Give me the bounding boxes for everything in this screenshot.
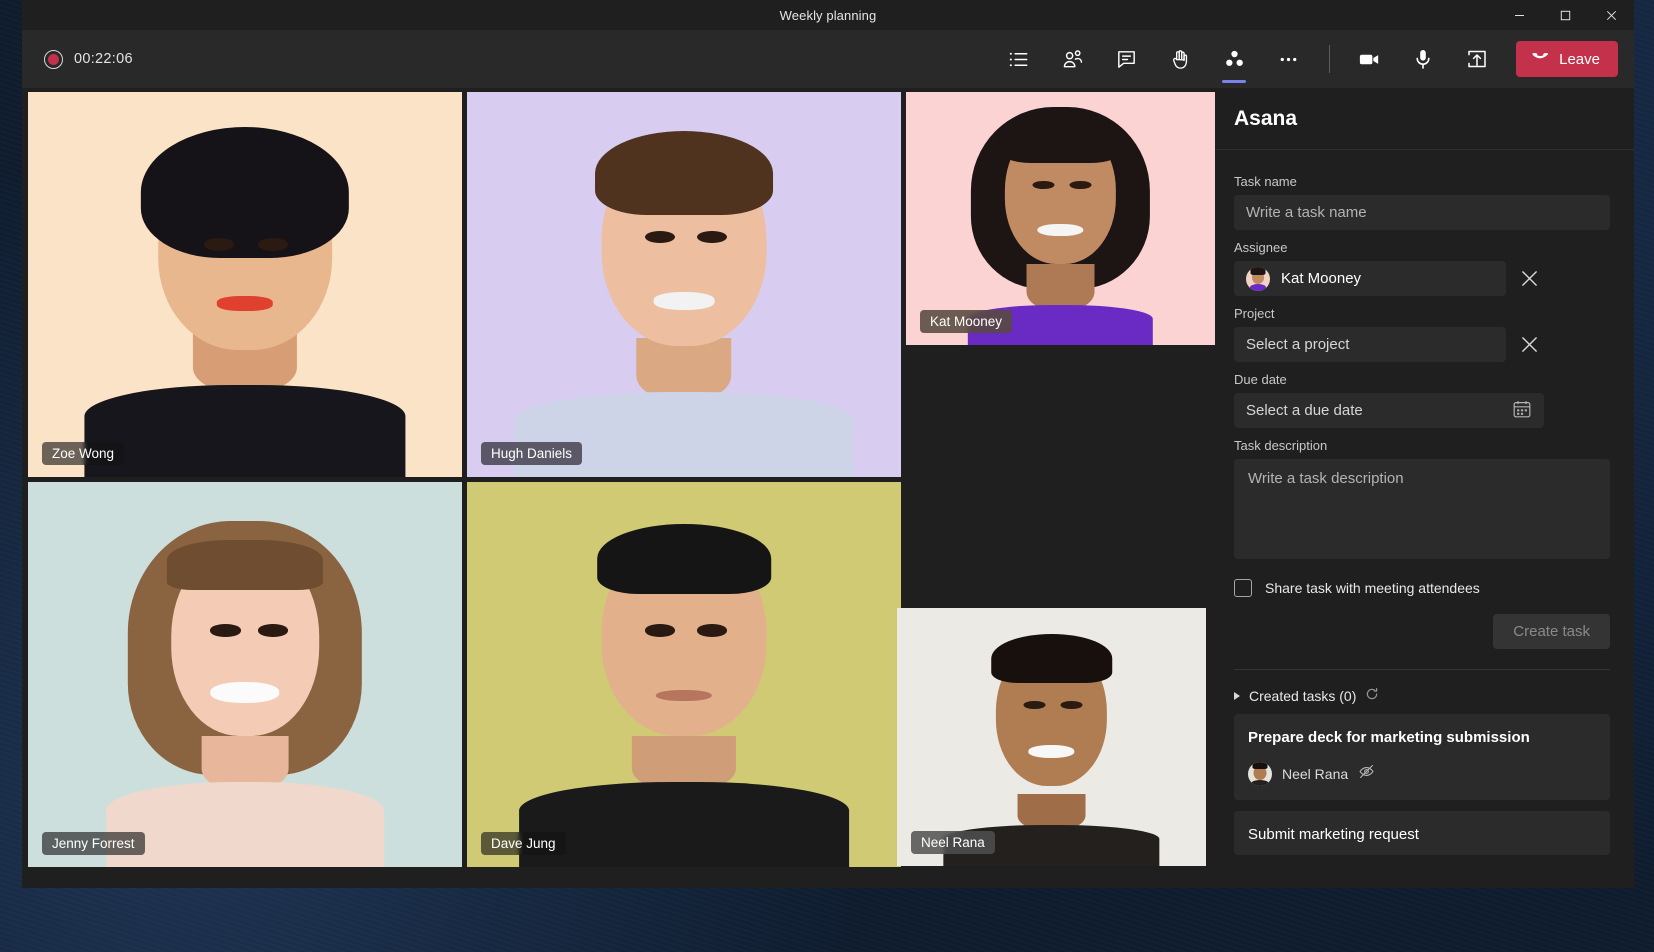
video-tile[interactable]: Hugh Daniels	[467, 92, 901, 477]
assignee-clear-button[interactable]	[1516, 266, 1542, 292]
assignee-value: Kat Mooney	[1281, 270, 1361, 287]
project-placeholder: Select a project	[1246, 336, 1349, 353]
created-task-card[interactable]: Prepare deck for marketing submission Ne…	[1234, 714, 1610, 800]
project-label: Project	[1234, 306, 1610, 321]
task-description-placeholder: Write a task description	[1248, 470, 1404, 487]
camera-icon[interactable]	[1348, 37, 1390, 81]
calendar-icon[interactable]	[1512, 399, 1532, 423]
created-tasks-label: Created tasks (0)	[1249, 688, 1356, 704]
task-name-input[interactable]: Write a task name	[1234, 195, 1610, 230]
toolbar-divider	[1329, 45, 1330, 73]
participant-name-badge: Zoe Wong	[42, 442, 124, 465]
assignee-chip: Kat Mooney	[1246, 267, 1361, 291]
video-tile[interactable]: Kat Mooney	[906, 92, 1215, 345]
chevron-right-icon[interactable]	[1234, 692, 1240, 700]
leave-button[interactable]: Leave	[1516, 41, 1618, 77]
video-tile[interactable]: Dave Jung	[467, 482, 901, 867]
due-date-input[interactable]: Select a due date	[1234, 393, 1544, 428]
record-icon	[44, 50, 63, 69]
participant-name-badge: Hugh Daniels	[481, 442, 582, 465]
panel-header: Asana	[1204, 88, 1634, 150]
created-task-assignee: Neel Rana	[1282, 766, 1348, 782]
assignee-row: Kat Mooney	[1234, 261, 1610, 296]
more-options-icon[interactable]	[1267, 37, 1309, 81]
panel-title: Asana	[1234, 107, 1297, 131]
project-clear-button[interactable]	[1516, 332, 1542, 358]
task-description-label: Task description	[1234, 438, 1610, 453]
created-task-title: Prepare deck for marketing submission	[1248, 728, 1594, 748]
desktop: Weekly planning 00:22:06	[0, 0, 1654, 952]
assignee-input[interactable]: Kat Mooney	[1234, 261, 1506, 296]
task-name-label: Task name	[1234, 174, 1610, 189]
avatar	[1248, 762, 1272, 786]
created-task-meta: Neel Rana	[1248, 762, 1594, 786]
participant-name-badge: Neel Rana	[911, 831, 995, 854]
recording-timer: 00:22:06	[74, 51, 133, 67]
recording-indicator: 00:22:06	[44, 50, 133, 69]
video-stage: Zoe Wong Hugh Daniels	[22, 88, 1203, 888]
panel-content: Task name Write a task name Assignee	[1204, 150, 1634, 888]
share-task-checkbox[interactable]	[1234, 579, 1252, 597]
meeting-body: Zoe Wong Hugh Daniels	[22, 88, 1634, 888]
due-date-placeholder: Select a due date	[1246, 402, 1363, 419]
people-icon[interactable]	[1051, 37, 1093, 81]
chat-icon[interactable]	[1105, 37, 1147, 81]
close-button[interactable]	[1588, 0, 1634, 30]
window-controls	[1496, 0, 1634, 30]
maximize-button[interactable]	[1542, 0, 1588, 30]
project-row: Select a project	[1234, 327, 1610, 362]
avatar	[1246, 267, 1270, 291]
raise-hand-icon[interactable]	[1159, 37, 1201, 81]
asana-side-panel: Asana Task name Write a task name Assign…	[1203, 88, 1634, 888]
video-tile[interactable]: Jenny Forrest	[28, 482, 462, 867]
share-task-checkbox-row[interactable]: Share task with meeting attendees	[1234, 579, 1610, 597]
asana-app-icon[interactable]	[1213, 37, 1255, 81]
participant-name-badge: Dave Jung	[481, 832, 566, 855]
window-title: Weekly planning	[780, 8, 877, 23]
title-bar: Weekly planning	[22, 0, 1634, 30]
due-date-label: Due date	[1234, 372, 1610, 387]
microphone-icon[interactable]	[1402, 37, 1444, 81]
video-tile[interactable]: Zoe Wong	[28, 92, 462, 477]
eye-off-icon	[1358, 763, 1375, 785]
participant-name-badge: Jenny Forrest	[42, 832, 145, 855]
minimize-button[interactable]	[1496, 0, 1542, 30]
share-task-label: Share task with meeting attendees	[1265, 580, 1480, 596]
video-tile[interactable]: Neel Rana	[897, 608, 1206, 866]
meeting-notes-icon[interactable]	[997, 37, 1039, 81]
create-task-row: Create task	[1234, 614, 1610, 649]
share-screen-icon[interactable]	[1456, 37, 1498, 81]
create-task-button[interactable]: Create task	[1493, 614, 1610, 649]
refresh-icon[interactable]	[1365, 687, 1379, 704]
created-task-title: Submit marketing request	[1248, 825, 1594, 845]
created-task-card[interactable]: Submit marketing request	[1234, 811, 1610, 855]
created-tasks-header[interactable]: Created tasks (0)	[1234, 687, 1610, 704]
meeting-toolbar: 00:22:06	[22, 30, 1634, 88]
task-description-input[interactable]: Write a task description	[1234, 459, 1610, 559]
task-name-placeholder: Write a task name	[1246, 204, 1367, 221]
panel-divider	[1234, 669, 1610, 670]
project-select[interactable]: Select a project	[1234, 327, 1506, 362]
toolbar-actions: Leave	[991, 30, 1618, 88]
assignee-label: Assignee	[1234, 240, 1610, 255]
participant-name-badge: Kat Mooney	[920, 310, 1012, 333]
leave-button-label: Leave	[1559, 51, 1600, 68]
hangup-icon	[1530, 47, 1550, 71]
teams-meeting-window: Weekly planning 00:22:06	[22, 0, 1634, 888]
